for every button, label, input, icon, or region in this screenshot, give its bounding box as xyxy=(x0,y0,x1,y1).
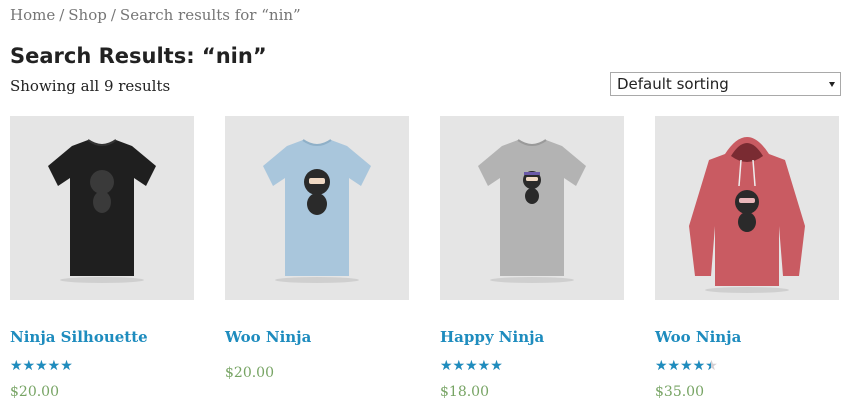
product-title-link[interactable]: Woo Ninja xyxy=(655,328,741,346)
sorting-selected-value: Default sorting xyxy=(617,75,729,93)
product-image[interactable] xyxy=(655,116,839,300)
product-image[interactable] xyxy=(440,116,624,300)
chevron-down-icon xyxy=(829,82,835,87)
sorting-select[interactable]: Default sorting xyxy=(610,72,841,96)
tshirt-icon xyxy=(263,139,371,283)
hoodie-icon xyxy=(689,137,805,293)
product-price: $20.00 xyxy=(10,384,59,400)
product-image[interactable] xyxy=(225,116,409,300)
product-title-link[interactable]: Woo Ninja xyxy=(225,328,311,346)
product-card: Ninja Silhouette ★★★★★ ★★★★★ $20.00 xyxy=(10,116,194,400)
breadcrumb-current: Search results for “nin” xyxy=(119,6,301,24)
tshirt-icon xyxy=(48,139,156,283)
product-card: Happy Ninja ★★★★★ ★★★★★ $18.00 xyxy=(440,116,624,400)
star-rating: ★★★★★★★★★★ xyxy=(10,358,73,374)
product-card: Woo Ninja $20.00 xyxy=(225,116,409,381)
product-price: $20.00 xyxy=(225,365,274,381)
breadcrumb-home-link[interactable]: Home xyxy=(10,6,55,24)
product-price: $35.00 xyxy=(655,384,704,400)
product-title-link[interactable]: Ninja Silhouette xyxy=(10,328,148,346)
tshirt-icon xyxy=(478,139,586,283)
result-count: Showing all 9 results xyxy=(10,77,171,95)
star-rating: ★★★★★★★★★★ xyxy=(440,358,503,374)
product-image[interactable] xyxy=(10,116,194,300)
breadcrumb-separator: / xyxy=(59,6,65,24)
product-card: Woo Ninja ★★★★★★★★★★ $35.00 xyxy=(655,116,839,400)
page-title: Search Results: “nin” xyxy=(10,44,267,68)
breadcrumb-separator: / xyxy=(110,6,116,24)
breadcrumb-shop-link[interactable]: Shop xyxy=(68,6,107,24)
product-title-link[interactable]: Happy Ninja xyxy=(440,328,544,346)
breadcrumb: Home / Shop / Search results for “nin” xyxy=(10,6,301,24)
product-price: $18.00 xyxy=(440,384,489,400)
star-rating: ★★★★★★★★★★ xyxy=(655,358,718,374)
